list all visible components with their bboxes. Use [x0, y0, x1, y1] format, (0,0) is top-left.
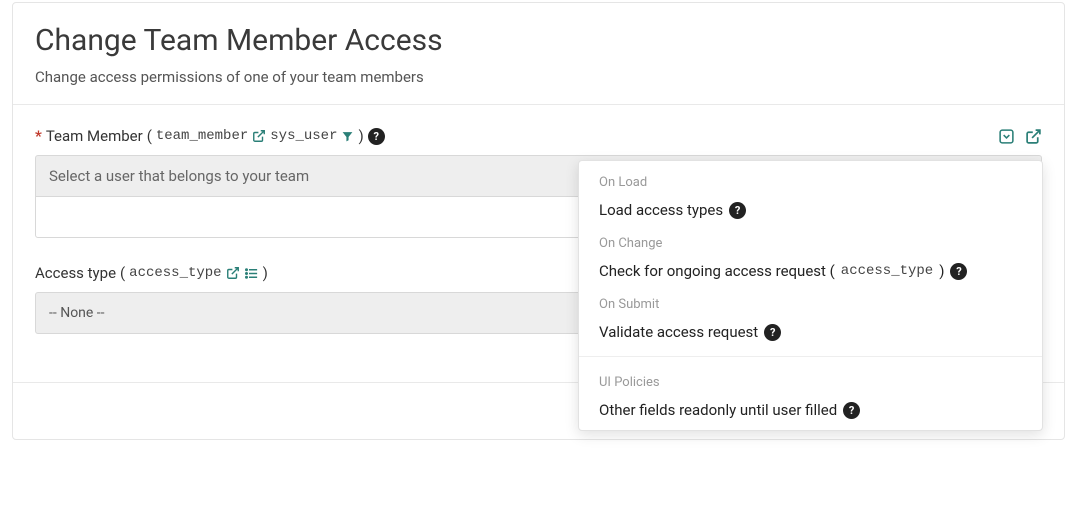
- access-type-label-left: Access type ( access_type ): [35, 264, 268, 282]
- popup-item-label: Validate access request: [599, 323, 758, 341]
- close-paren: ): [263, 264, 268, 282]
- dropdown-outline-icon[interactable]: [998, 128, 1015, 145]
- team-member-label-row: * Team Member ( team_member sys_user ) ?: [35, 127, 1042, 145]
- popup-item-label-prefix: Check for ongoing access request (: [599, 262, 835, 280]
- scripts-popup: On Load Load access types ? On Change Ch…: [578, 160, 1043, 431]
- help-icon[interactable]: ?: [764, 324, 781, 341]
- page-subtitle: Change access permissions of one of your…: [35, 68, 1042, 86]
- page-title: Change Team Member Access: [35, 23, 1042, 58]
- external-link-icon[interactable]: [1025, 128, 1042, 145]
- access-type-value: -- None --: [49, 305, 105, 321]
- required-star: *: [35, 127, 42, 145]
- popup-item-label-suffix: ): [939, 262, 944, 280]
- popup-item-label: Load access types: [599, 201, 723, 219]
- help-icon[interactable]: ?: [950, 263, 967, 280]
- help-icon[interactable]: ?: [368, 128, 385, 145]
- list-icon[interactable]: [244, 266, 259, 281]
- open-paren: (: [120, 264, 125, 282]
- help-icon[interactable]: ?: [843, 402, 860, 419]
- external-link-icon[interactable]: [226, 266, 240, 280]
- access-type-var-name: access_type: [129, 265, 221, 281]
- popup-section-on-load: On Load: [579, 165, 1042, 194]
- open-paren: (: [147, 127, 152, 145]
- team-member-var-name: team_member: [156, 128, 248, 144]
- card-header: Change Team Member Access Change access …: [13, 3, 1064, 105]
- popup-item-label: Other fields readonly until user filled: [599, 401, 837, 419]
- help-icon[interactable]: ?: [729, 202, 746, 219]
- popup-item-validate[interactable]: Validate access request ?: [579, 316, 1042, 348]
- team-member-label-left: * Team Member ( team_member sys_user ) ?: [35, 127, 385, 145]
- popup-item-readonly-policy[interactable]: Other fields readonly until user filled …: [579, 394, 1042, 426]
- team-member-label-right: [998, 128, 1042, 145]
- popup-item-var: access_type: [841, 263, 933, 279]
- popup-divider: [579, 356, 1042, 357]
- popup-section-on-change: On Change: [579, 226, 1042, 255]
- access-type-label: Access type: [35, 264, 116, 282]
- popup-item-load-access-types[interactable]: Load access types ?: [579, 194, 1042, 226]
- team-member-label: Team Member: [46, 127, 143, 145]
- popup-item-check-ongoing[interactable]: Check for ongoing access request ( access…: [579, 255, 1042, 287]
- close-paren: ): [358, 127, 363, 145]
- popup-section-ui-policies: UI Policies: [579, 365, 1042, 394]
- team-member-ref-table: sys_user: [270, 128, 337, 144]
- filter-icon[interactable]: [341, 130, 354, 143]
- popup-section-on-submit: On Submit: [579, 287, 1042, 316]
- external-link-icon[interactable]: [252, 129, 266, 143]
